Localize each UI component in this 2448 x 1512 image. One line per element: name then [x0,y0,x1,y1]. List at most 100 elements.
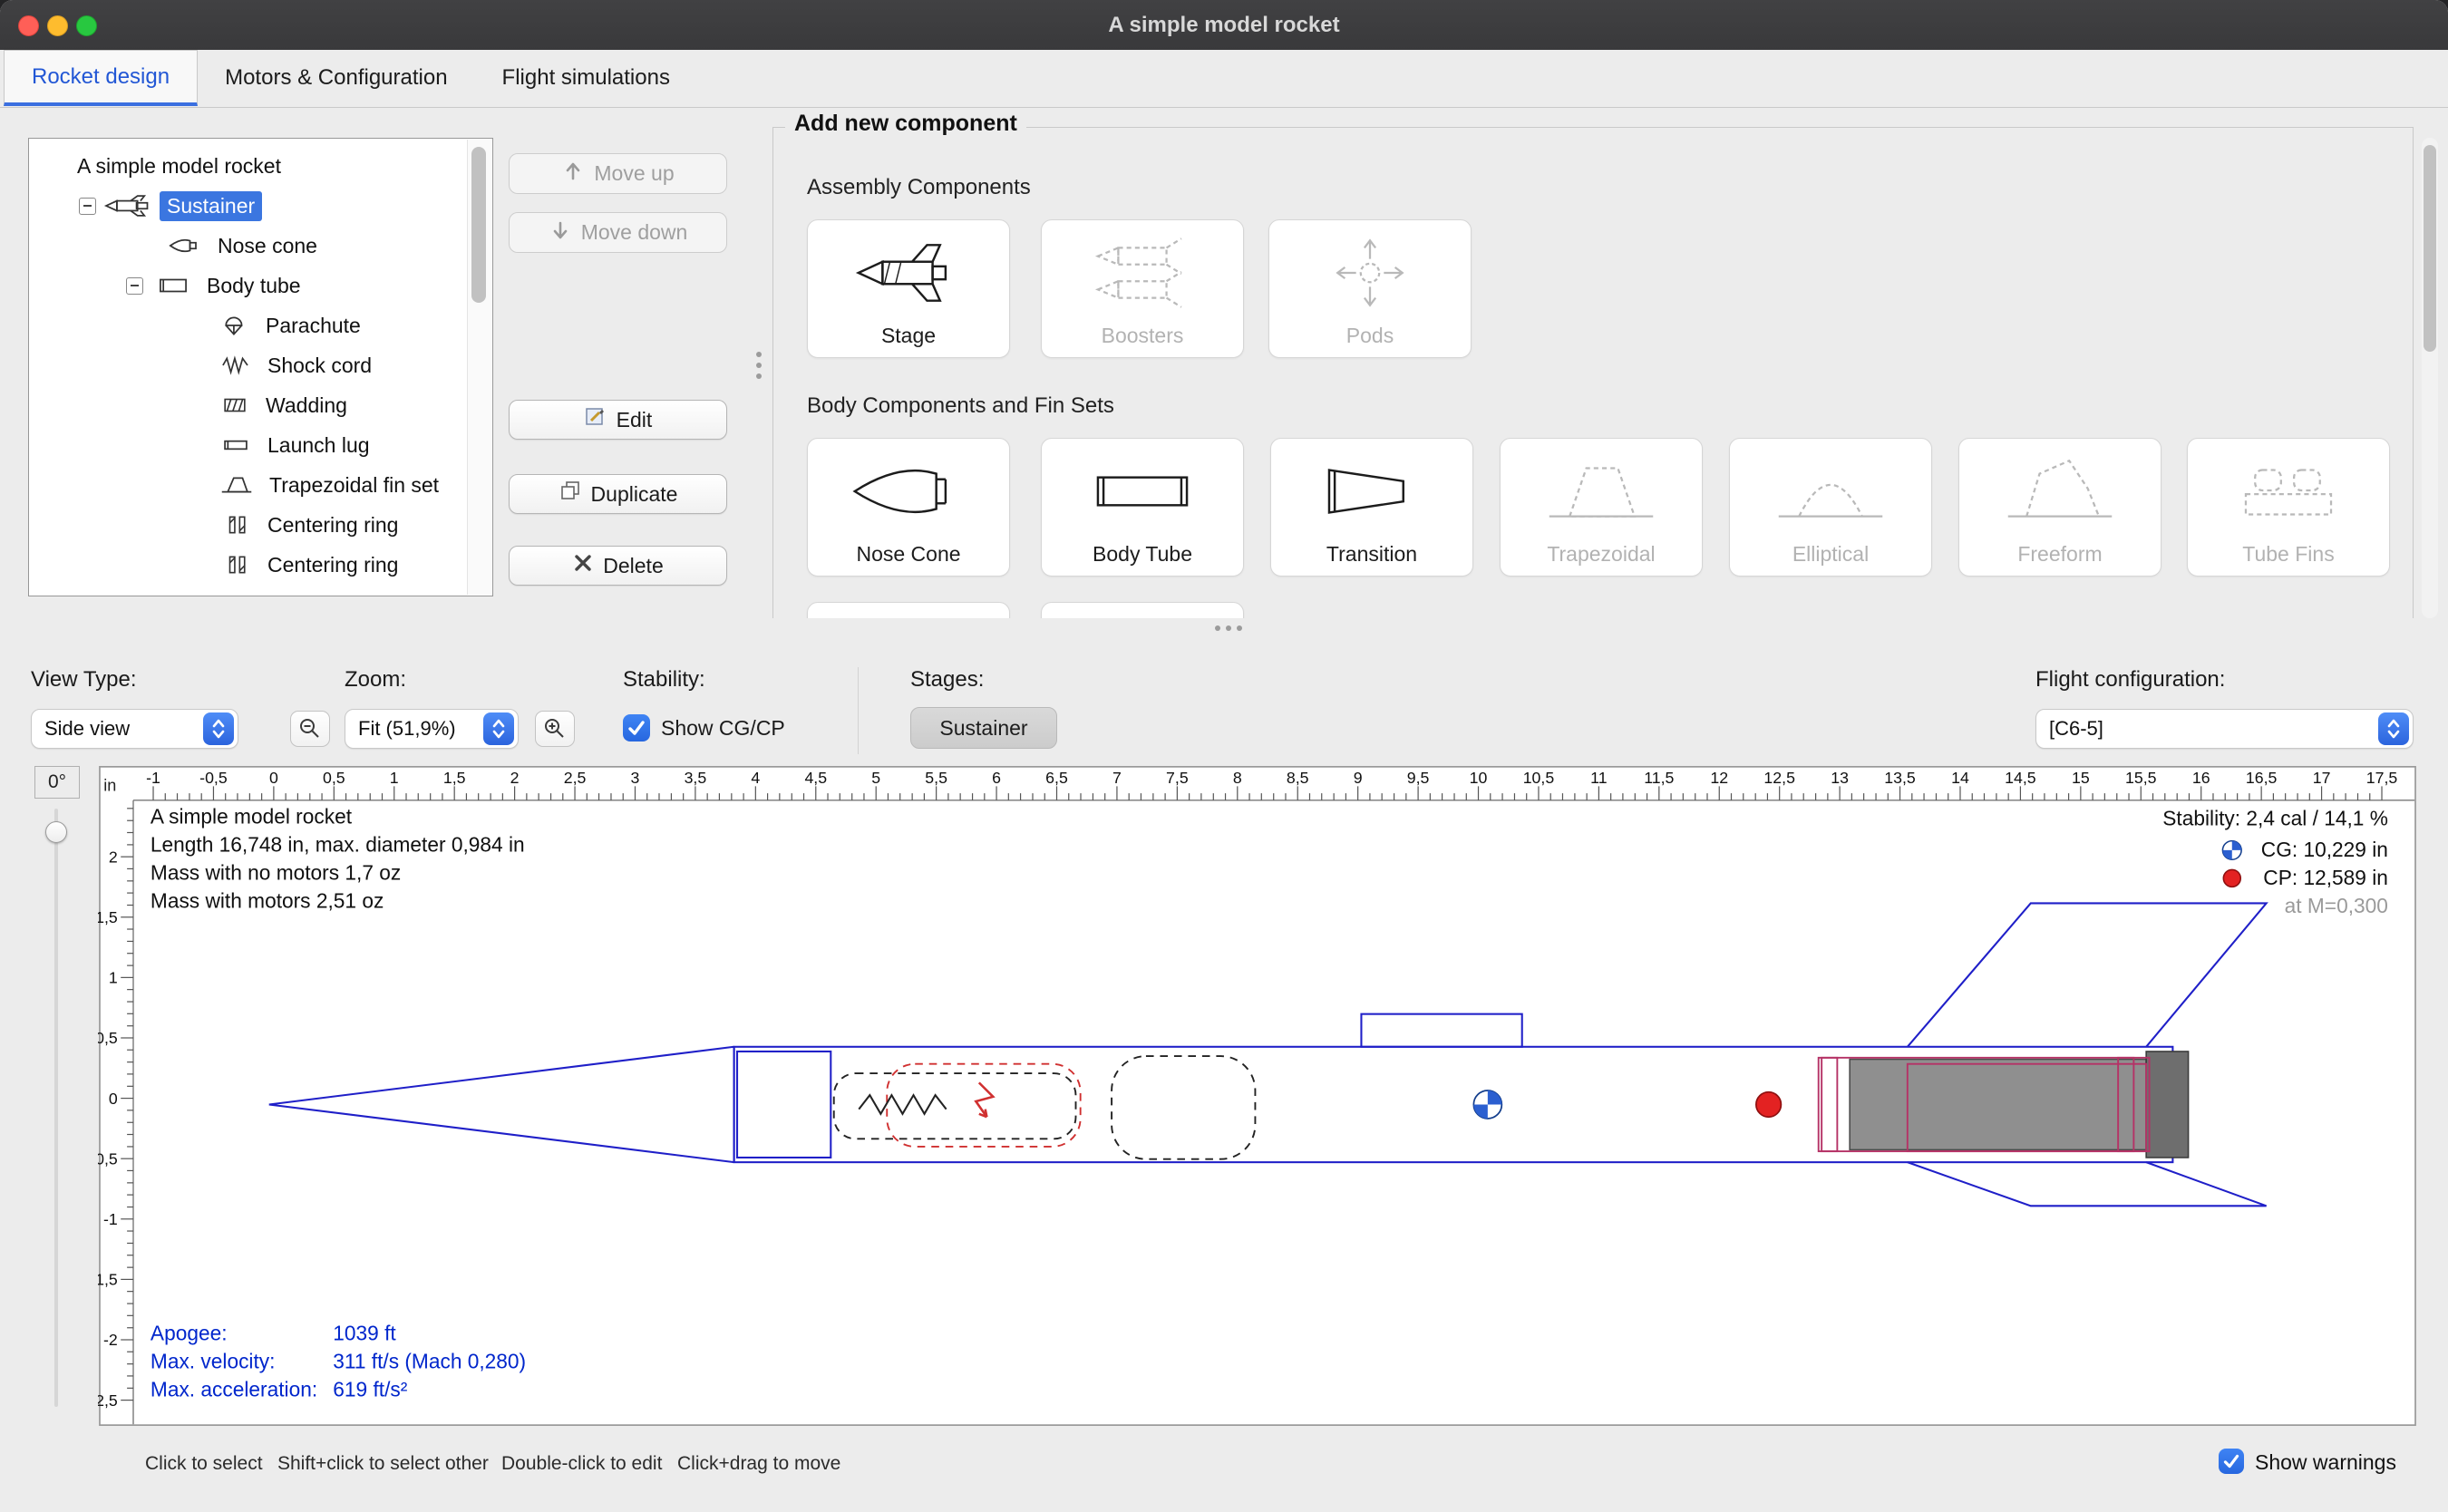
svg-text:15,5: 15,5 [2125,769,2157,787]
body-components-label: Body Components and Fin Sets [807,393,1114,419]
tree-scrollbar-thumb[interactable] [471,147,486,303]
add-trapezoidal-fin-button[interactable]: Trapezoidal [1500,438,1703,577]
svg-text:12: 12 [1710,769,1728,787]
motor[interactable] [1850,1052,2188,1158]
move-down-button[interactable]: Move down [509,212,727,253]
add-pods-button[interactable]: Pods [1268,219,1472,358]
tab-flight-simulations[interactable]: Flight simulations [475,50,697,106]
add-tube-fins-button[interactable]: Tube Fins [2187,438,2390,577]
check-icon [623,714,650,741]
freeform-fin-icon [1959,450,2161,533]
zoom-window-button[interactable] [76,15,97,36]
window-title: A simple model rocket [1108,13,1339,38]
add-nose-cone-button[interactable]: Nose Cone [807,438,1010,577]
move-up-button[interactable]: Move up [509,153,727,194]
svg-text:16: 16 [2192,769,2210,787]
elliptical-fin-icon [1730,450,1931,533]
magnifier-plus-icon [542,716,568,741]
panel-scrollbar[interactable] [2422,138,2438,618]
add-component-button-partial-1[interactable] [807,602,1010,618]
zoom-in-button[interactable] [535,711,575,747]
svg-text:6,5: 6,5 [1045,769,1068,787]
collapse-toggle-icon[interactable] [126,277,143,295]
rotation-slider-track[interactable] [54,809,58,1407]
panel-scrollbar-thumb[interactable] [2424,145,2436,352]
tree-item-launch-lug[interactable]: Launch lug [29,425,492,465]
show-warnings-checkbox[interactable] [2219,1449,2244,1474]
tree-item-shock-cord[interactable]: Shock cord [29,345,492,385]
cg-legend-icon [2222,841,2241,860]
rocket-icon [103,194,156,218]
close-button[interactable] [18,15,39,36]
tree-item-root[interactable]: A simple model rocket [29,146,492,186]
tree-item-nose-cone[interactable]: Nose cone [29,226,492,266]
svg-text:9: 9 [1354,769,1363,787]
boosters-icon [1042,231,1243,315]
svg-text:A simple model rocket: A simple model rocket [151,805,353,829]
tree-item-centering-ring-1[interactable]: Centering ring [29,505,492,545]
add-body-tube-button[interactable]: Body Tube [1041,438,1244,577]
tree-item-body-tube[interactable]: Body tube [29,266,492,305]
tree-scrollbar[interactable] [467,140,491,595]
max-velocity-label: Max. velocity: [151,1349,276,1372]
duplicate-button[interactable]: Duplicate [509,474,727,514]
horizontal-splitter-grip[interactable] [1215,625,1242,631]
parachute-icon [217,314,253,337]
delete-button[interactable]: Delete [509,546,727,586]
edit-button[interactable]: Edit [509,400,727,440]
stage-sustainer-toggle[interactable]: Sustainer [910,707,1057,749]
zoom-out-button[interactable] [290,711,330,747]
vertical-splitter-grip[interactable] [756,352,762,379]
add-freeform-fin-button[interactable]: Freeform [1958,438,2161,577]
inner-tube-icon [217,593,255,596]
tree-item-centering-ring-2[interactable]: Centering ring [29,545,492,585]
tab-rocket-design[interactable]: Rocket design [4,50,198,106]
arrow-down-icon [549,218,572,247]
magnifier-minus-icon [297,716,323,741]
add-boosters-button[interactable]: Boosters [1041,219,1244,358]
add-component-title: Add new component [785,111,1026,137]
cp-symbol [1756,1092,1782,1118]
svg-text:1: 1 [390,769,399,787]
svg-text:11,5: 11,5 [1644,769,1674,787]
svg-text:8: 8 [1233,769,1242,787]
collapse-toggle-icon[interactable] [79,198,96,215]
component-tree: A simple model rocket Sustainer Nose con… [28,138,493,596]
rotation-slider-thumb[interactable] [45,821,67,843]
duplicate-icon [559,480,582,509]
zoom-select[interactable]: Fit (51,9%) [345,709,519,749]
svg-text:8,5: 8,5 [1287,769,1309,787]
titlebar: A simple model rocket [0,0,2448,50]
flight-configuration-select[interactable]: [C6-5] [2035,709,2414,749]
centering-ring-icon [217,513,255,537]
svg-text:0: 0 [109,1090,118,1108]
view-type-select[interactable]: Side view [31,709,238,749]
rocket-canvas[interactable]: in -1-0,500,511,522,533,544,555,566,577,… [98,766,2417,1426]
stages-label: Stages: [910,667,984,693]
add-elliptical-fin-button[interactable]: Elliptical [1729,438,1932,577]
tree-item-parachute[interactable]: Parachute [29,305,492,345]
tree-item-wadding[interactable]: Wadding [29,385,492,425]
svg-text:0: 0 [269,769,278,787]
tab-motors-configuration[interactable]: Motors & Configuration [198,50,474,106]
edit-pencil-icon [584,405,607,434]
delete-x-icon [572,552,594,579]
svg-text:11: 11 [1590,769,1607,787]
svg-text:2: 2 [109,848,118,866]
minimize-button[interactable] [47,15,68,36]
svg-text:13,5: 13,5 [1884,769,1916,787]
view-type-label: View Type: [31,667,137,693]
launch-lug-icon [217,433,255,457]
apogee-label: Apogee: [151,1321,228,1344]
show-cg-cp-checkbox[interactable] [623,714,650,741]
add-component-panel: Assembly Components Stage Boosters Pods … [772,127,2414,618]
tree-item-sustainer[interactable]: Sustainer [29,186,492,226]
chevron-updown-icon [483,712,514,745]
arrow-up-icon [561,160,585,189]
tree-item-partial[interactable] [29,585,492,596]
add-stage-button[interactable]: Stage [807,219,1010,358]
tree-item-trapezoidal-fin-set[interactable]: Trapezoidal fin set [29,465,492,505]
max-acceleration-label: Max. acceleration: [151,1377,317,1401]
add-transition-button[interactable]: Transition [1270,438,1473,577]
add-component-button-partial-2[interactable] [1041,602,1244,618]
